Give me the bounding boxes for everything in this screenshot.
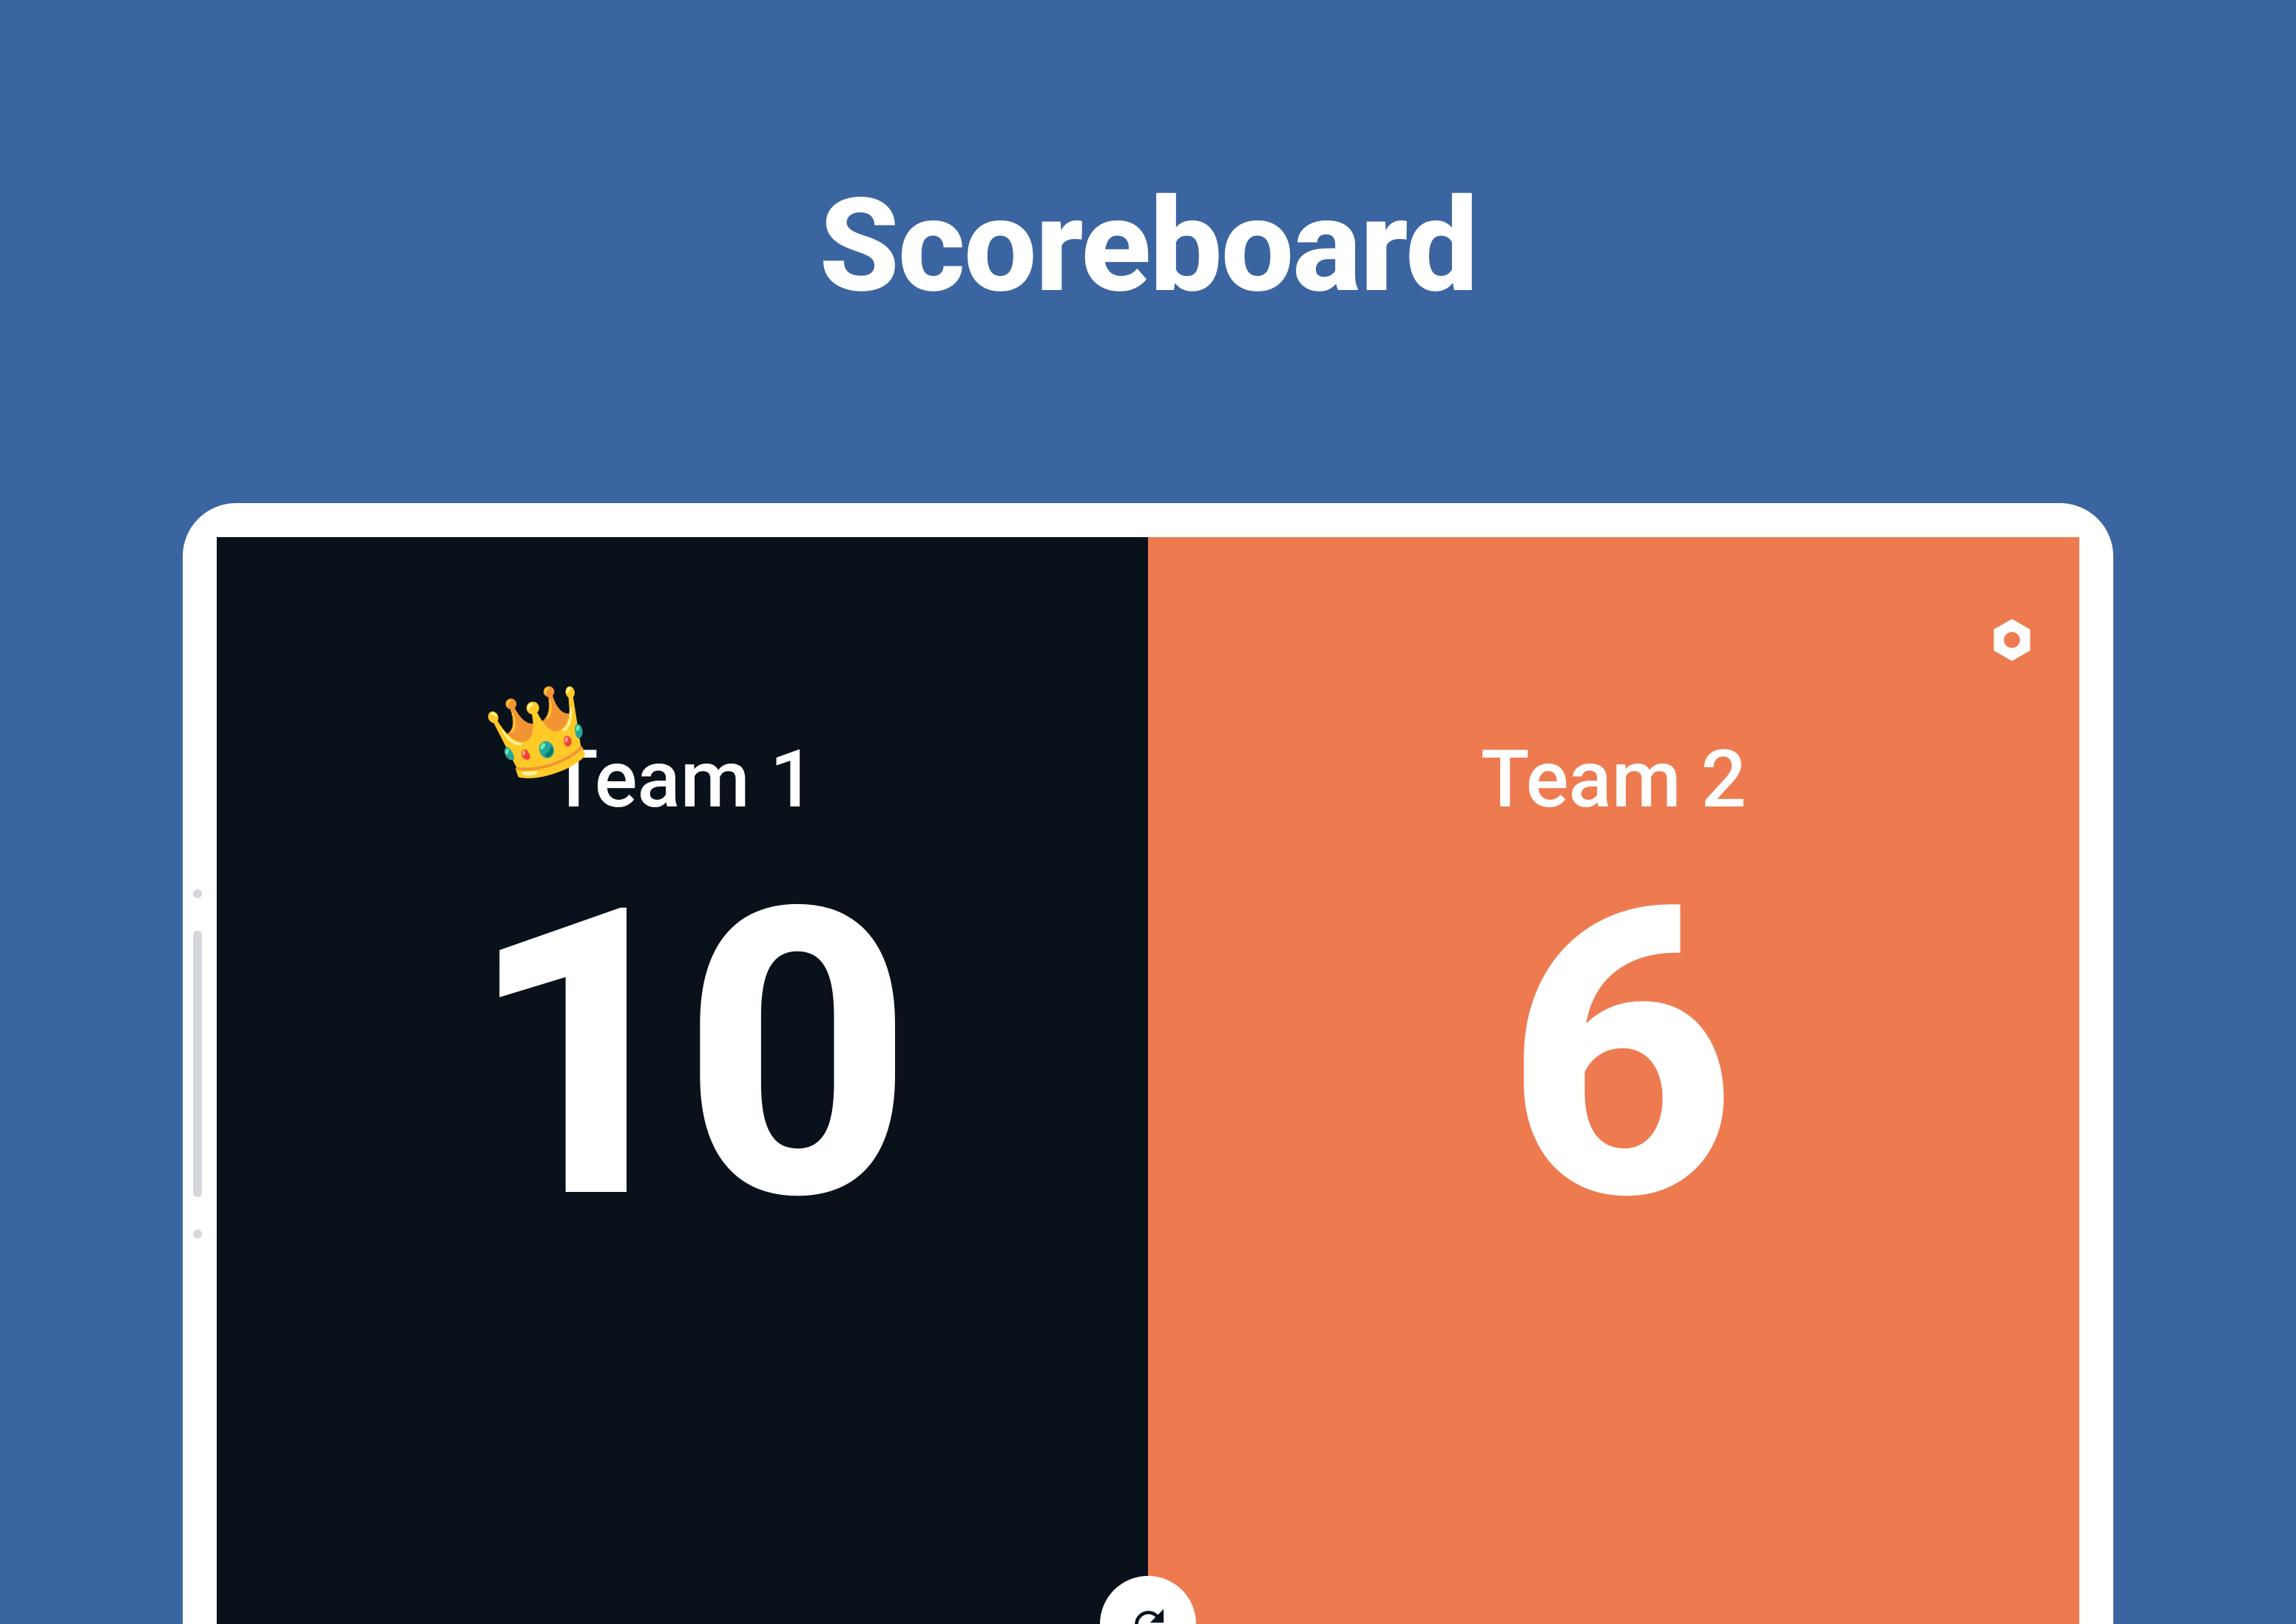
- tablet-frame: 5:17 N 👑 Team 1 10: [183, 503, 2113, 1624]
- team-2-score: 6: [1506, 856, 1721, 1256]
- gear-icon: [1989, 617, 2035, 663]
- team-1-panel[interactable]: 👑 Team 1 10: [217, 537, 1148, 1624]
- team-2-name-text: Team 2: [1481, 733, 1746, 826]
- page-title: Scoreboard: [0, 170, 2296, 322]
- team-1-name: 👑 Team 1: [550, 733, 815, 826]
- refresh-icon: [1128, 1604, 1169, 1624]
- team-2-panel[interactable]: Team 2 6: [1148, 537, 2079, 1624]
- team-1-score: 10: [467, 856, 898, 1256]
- tablet-screen: 5:17 N 👑 Team 1 10: [217, 537, 2079, 1624]
- tablet-side-controls: [193, 889, 202, 1239]
- team-2-name: Team 2: [1481, 733, 1746, 826]
- team-1-name-text: Team 1: [550, 733, 815, 826]
- settings-button[interactable]: [1989, 617, 2035, 663]
